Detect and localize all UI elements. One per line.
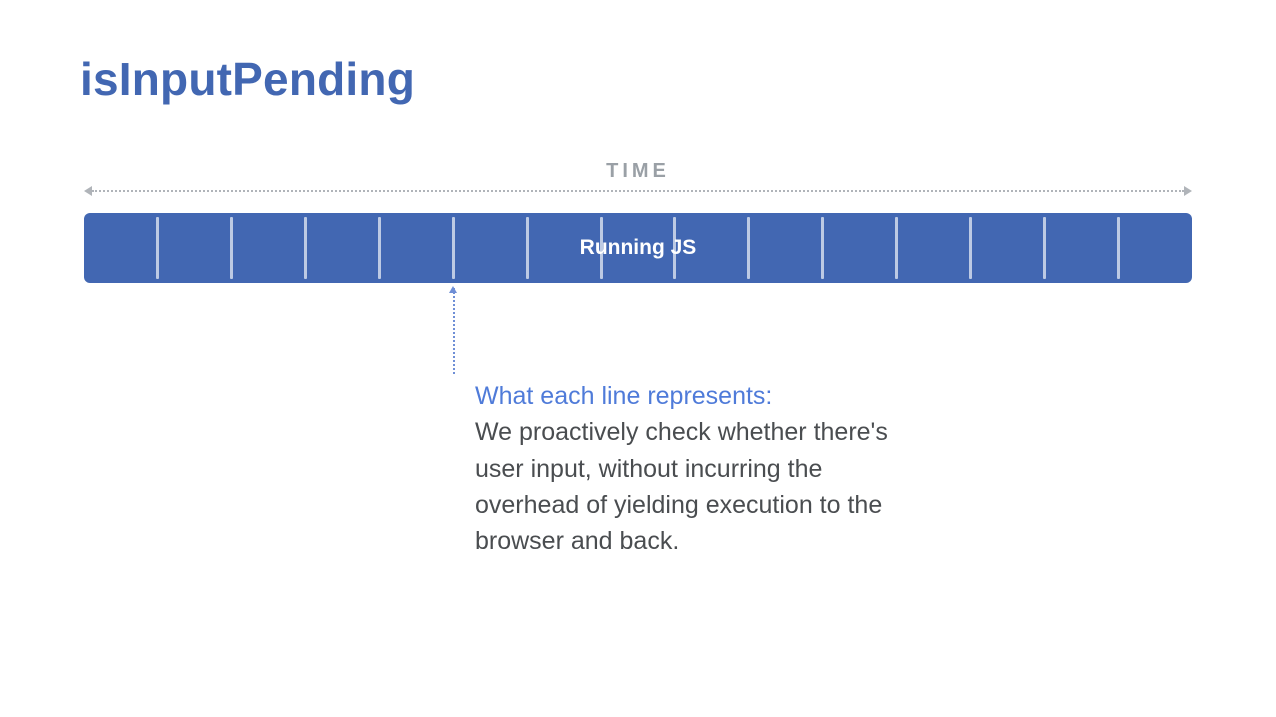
check-tick — [378, 217, 381, 279]
annotation-body: We proactively check whether there's use… — [475, 418, 888, 555]
running-js-bar: Running JS — [84, 213, 1192, 283]
slide-title: isInputPending — [80, 52, 415, 106]
check-tick — [895, 217, 898, 279]
check-tick — [452, 217, 455, 279]
check-tick — [600, 217, 603, 279]
arrow-up-icon — [449, 286, 457, 293]
check-tick — [1117, 217, 1120, 279]
check-tick — [156, 217, 159, 279]
check-tick — [969, 217, 972, 279]
time-axis — [84, 186, 1192, 196]
callout-line — [453, 288, 455, 374]
check-tick — [747, 217, 750, 279]
annotation-text: What each line represents: We proactivel… — [475, 378, 895, 559]
check-tick — [304, 217, 307, 279]
arrow-left-icon — [84, 186, 92, 196]
time-axis-label: TIME — [0, 160, 1276, 183]
slide: isInputPending TIME Running JS What each… — [0, 0, 1276, 717]
running-js-label: Running JS — [580, 236, 697, 260]
check-tick — [1043, 217, 1046, 279]
check-tick — [230, 217, 233, 279]
arrow-right-icon — [1184, 186, 1192, 196]
check-tick — [526, 217, 529, 279]
annotation-lead: What each line represents: — [475, 382, 772, 410]
check-tick — [673, 217, 676, 279]
time-axis-dots — [92, 190, 1184, 192]
check-tick — [821, 217, 824, 279]
